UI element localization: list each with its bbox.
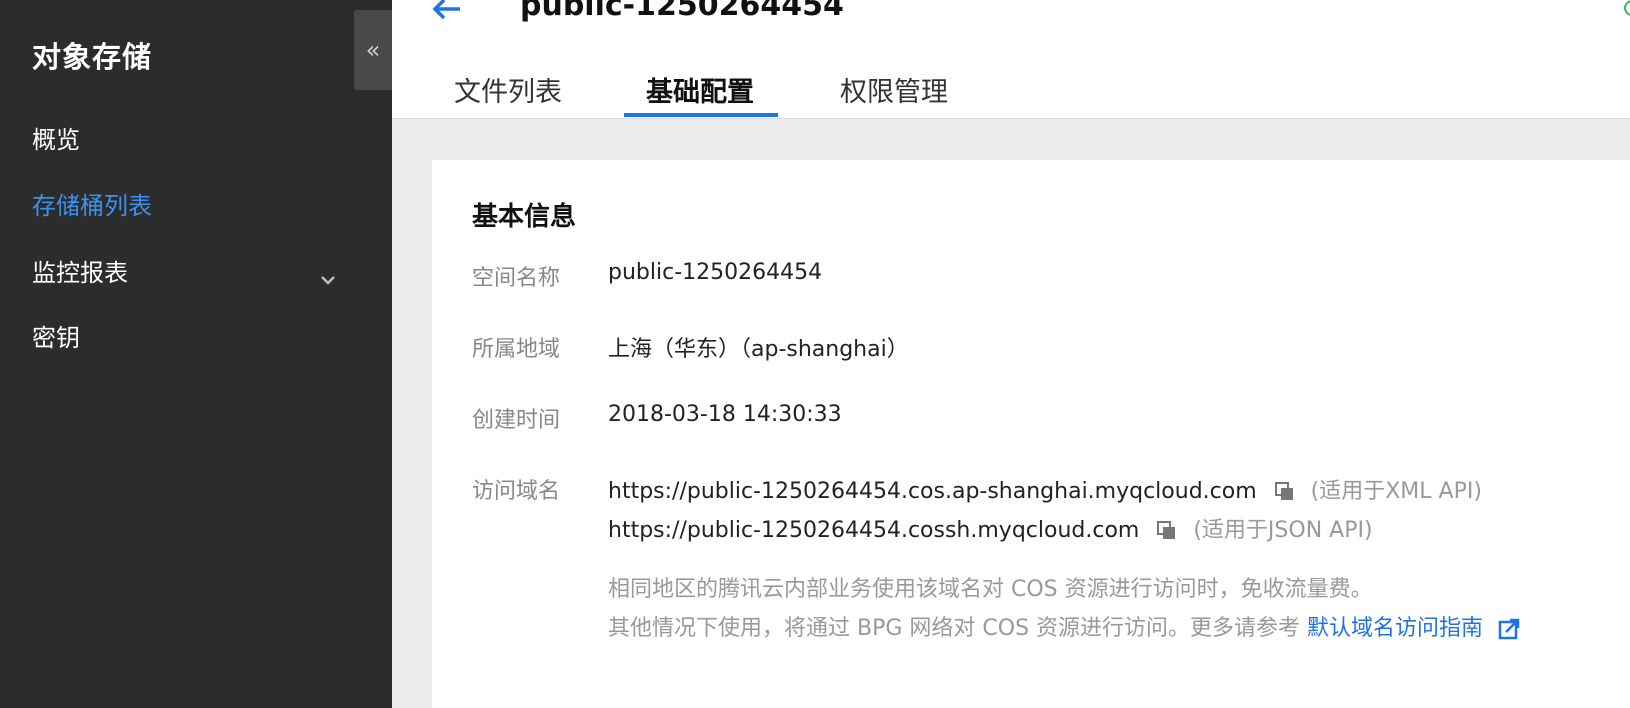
hint-line-2-text: 其他情况下使用，将通过 BPG 网络对 COS 资源进行访问。更多请参考: [608, 616, 1301, 641]
sidebar-item-monitor-report[interactable]: 监控报表: [32, 253, 128, 288]
tab-permissions[interactable]: 权限管理: [840, 70, 948, 109]
sidebar-item-keys[interactable]: 密钥: [32, 318, 80, 353]
domain-note-xml: (适用于XML API): [1310, 479, 1482, 504]
hint-line-1: 相同地区的腾讯云内部业务使用该域名对 COS 资源进行访问时，免收流量费。: [608, 577, 1373, 602]
region-label: 所属地域: [472, 337, 561, 362]
bucket-name-label: 空间名称: [472, 266, 561, 291]
created-time-value: 2018-03-18 14:30:33: [608, 402, 842, 427]
created-time-label: 创建时间: [472, 408, 561, 433]
domain-guide-link[interactable]: 默认域名访问指南: [1307, 616, 1483, 641]
access-domain-label: 访问域名: [472, 479, 561, 504]
back-arrow-icon[interactable]: [430, 0, 464, 20]
bucket-header: public-1250264454 文件列表 基础配置 权限管理: [392, 0, 1630, 119]
card-title: 基本信息: [472, 202, 577, 232]
domain-note-json: (适用于JSON API): [1193, 518, 1373, 543]
external-link-icon[interactable]: [1498, 618, 1520, 640]
hint-line-2: 其他情况下使用，将通过 BPG 网络对 COS 资源进行访问。更多请参考 默认域…: [608, 610, 1520, 642]
status-icon: [1624, 0, 1630, 16]
bucket-title: public-1250264454: [520, 0, 844, 23]
basic-info-card: 基本信息 空间名称 public-1250264454 所属地域 上海（华东）（…: [432, 160, 1630, 708]
chevron-down-icon[interactable]: [318, 270, 338, 290]
domain-url-json[interactable]: https://public-1250264454.cossh.myqcloud…: [608, 518, 1139, 543]
active-tab-indicator: [624, 113, 778, 117]
tab-basic-config[interactable]: 基础配置: [646, 70, 754, 109]
sidebar-item-bucket-list[interactable]: 存储桶列表: [32, 186, 152, 221]
domain-row-json: https://public-1250264454.cossh.myqcloud…: [608, 512, 1373, 544]
sidebar-item-overview[interactable]: 概览: [32, 120, 80, 155]
copy-icon[interactable]: [1156, 520, 1178, 542]
sidebar-title: 对象存储: [32, 40, 153, 74]
domain-row-xml: https://public-1250264454.cos.ap-shangha…: [608, 473, 1482, 505]
domain-url-xml[interactable]: https://public-1250264454.cos.ap-shangha…: [608, 479, 1257, 504]
sidebar: 对象存储 « 概览 存储桶列表 监控报表 密钥: [0, 0, 392, 708]
bucket-name-value: public-1250264454: [608, 260, 823, 285]
collapse-sidebar-icon[interactable]: «: [354, 10, 392, 90]
collapse-glyph: «: [365, 36, 381, 64]
tab-file-list[interactable]: 文件列表: [454, 70, 562, 109]
copy-icon[interactable]: [1274, 481, 1296, 503]
region-value: 上海（华东）（ap-shanghai）: [608, 337, 909, 362]
